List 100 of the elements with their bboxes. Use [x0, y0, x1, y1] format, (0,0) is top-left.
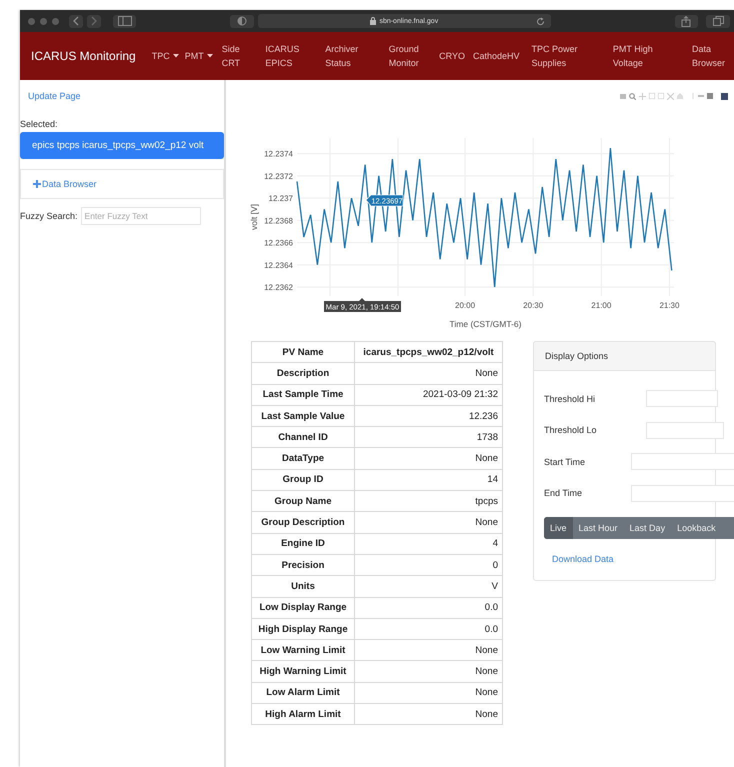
sidebar-icon [118, 16, 132, 26]
y-tick-label: 12.2366 [264, 238, 293, 248]
y-tick-label: 12.237 [268, 194, 293, 204]
table-cell: None [354, 448, 502, 470]
home-icon[interactable] [677, 93, 683, 99]
table-cell: None [354, 682, 502, 704]
field-label: Threshold Hi [544, 394, 596, 404]
y-tick-label: 12.2372 [264, 172, 293, 181]
nav-link[interactable]: CRYO [439, 49, 466, 63]
table-cell: tpcps [354, 490, 502, 512]
input-field[interactable] [631, 453, 734, 470]
nav-link[interactable]: PMT [184, 49, 213, 63]
back-button[interactable] [69, 14, 83, 28]
tabs-icon [712, 16, 724, 26]
autoscale-icon[interactable] [667, 92, 674, 100]
table-cell: Group Name [252, 490, 354, 512]
input-field[interactable] [646, 422, 724, 439]
lock-icon [370, 17, 376, 25]
x-tick-label: 20:30 [523, 301, 544, 310]
nav-link[interactable]: PMT High Voltage [612, 42, 655, 70]
chevron-right-icon [90, 16, 98, 26]
table-cell: DataType [252, 448, 354, 470]
table-cell: Low Warning Limit [252, 640, 354, 661]
table-cell: None [354, 512, 502, 534]
table-cell: 2021-03-09 21:32 [354, 384, 502, 406]
field-label: Threshold Lo [544, 425, 596, 436]
table-cell: None [354, 660, 502, 682]
caret-icon [206, 54, 213, 58]
y-axis-label: volt [V] [249, 204, 259, 230]
nav-link[interactable]: Ground Monitor [388, 42, 426, 70]
reload-icon[interactable] [536, 16, 545, 26]
forward-button[interactable] [86, 14, 101, 28]
table-cell: Low Display Range [252, 597, 354, 618]
table-cell: High Warning Limit [252, 660, 354, 682]
zoom-icon[interactable] [629, 92, 636, 100]
nav-link[interactable]: ICARUS EPICS [265, 42, 302, 70]
chevron-left-icon [72, 16, 80, 26]
table-cell: Description [252, 362, 354, 384]
selected-label: Selected: [20, 119, 59, 129]
nav-link[interactable]: TPC [152, 49, 179, 63]
table-cell: None [354, 640, 502, 661]
nav-link[interactable]: Archiver Status [325, 42, 361, 70]
input-field[interactable] [646, 390, 718, 408]
table-cell: High Alarm Limit [252, 704, 354, 725]
table-cell: None [354, 704, 502, 725]
x-tick-label: 20:00 [455, 301, 476, 310]
table-cell: High Display Range [252, 618, 354, 640]
download-data-link[interactable]: Download Data [552, 554, 614, 564]
caret-icon [172, 54, 179, 58]
table-cell: 0 [354, 554, 502, 576]
brand-link[interactable]: ICARUS Monitoring [31, 49, 136, 63]
x-tick-label: 21:00 [591, 301, 612, 310]
fuzzy-search-field[interactable]: Enter Fuzzy Text [80, 207, 201, 225]
table-cell: 0.0 [354, 618, 502, 640]
table-cell: 1738 [354, 426, 502, 448]
field-label: End Time [544, 488, 584, 498]
pan-icon[interactable] [639, 92, 646, 100]
zoom-window-icon[interactable] [52, 18, 59, 24]
table-cell: PV Name [252, 342, 354, 363]
share-button[interactable] [674, 14, 698, 28]
table-cell: 4 [354, 533, 502, 554]
minimize-window-icon[interactable] [40, 18, 47, 24]
tabs-button[interactable] [706, 14, 730, 28]
table-cell: V [354, 576, 502, 598]
x-axis-label: Time (CST/GMT-6) [450, 319, 522, 329]
y-tick-label: 12.2364 [264, 260, 293, 270]
table-cell: Last Sample Time [252, 384, 354, 406]
update-page-link[interactable]: Update Page [28, 91, 81, 101]
privacy-button[interactable] [230, 14, 254, 28]
data-browser-link[interactable]: Data Browser [33, 179, 97, 189]
range-button[interactable]: Live [544, 517, 573, 539]
nav-link[interactable]: TPC Power Supplies [532, 42, 580, 70]
y-tick-label: 12.2374 [264, 150, 293, 159]
x-tick-label: 21:30 [659, 301, 680, 310]
share-icon [681, 16, 692, 26]
table-cell: Engine ID [252, 533, 354, 554]
table-cell: Group ID [252, 469, 354, 491]
selected-item[interactable]: epics tpcps icarus_tpcps_ww02_p12 volt [20, 132, 224, 159]
sidebar-button[interactable] [112, 14, 136, 28]
table-cell: Channel ID [252, 426, 354, 448]
close-window-icon[interactable] [28, 18, 35, 24]
nav-link[interactable]: CathodeHV [473, 49, 520, 63]
panel-title: Display Options [545, 351, 608, 361]
nav-link[interactable]: Side CRT [222, 42, 244, 70]
table-cell: Group Description [252, 512, 354, 534]
table-cell: icarus_tpcps_ww02_p12/volt [354, 342, 502, 363]
y-tick-label: 12.2368 [264, 216, 293, 226]
plus-icon [33, 180, 41, 188]
table-cell: 14 [354, 469, 502, 491]
table-cell: 0.0 [354, 597, 502, 618]
table-cell: Precision [252, 554, 354, 576]
table-cell: None [354, 362, 502, 384]
table-cell: 12.236 [354, 405, 502, 427]
field-label: Start Time [544, 456, 586, 467]
table-cell: Last Sample Value [252, 405, 354, 427]
table-cell: Units [252, 576, 354, 598]
half-circle-icon [237, 16, 248, 26]
y-tick-label: 12.2362 [264, 283, 293, 292]
nav-link[interactable]: Data Browser [692, 42, 725, 70]
input-field[interactable] [631, 484, 734, 502]
